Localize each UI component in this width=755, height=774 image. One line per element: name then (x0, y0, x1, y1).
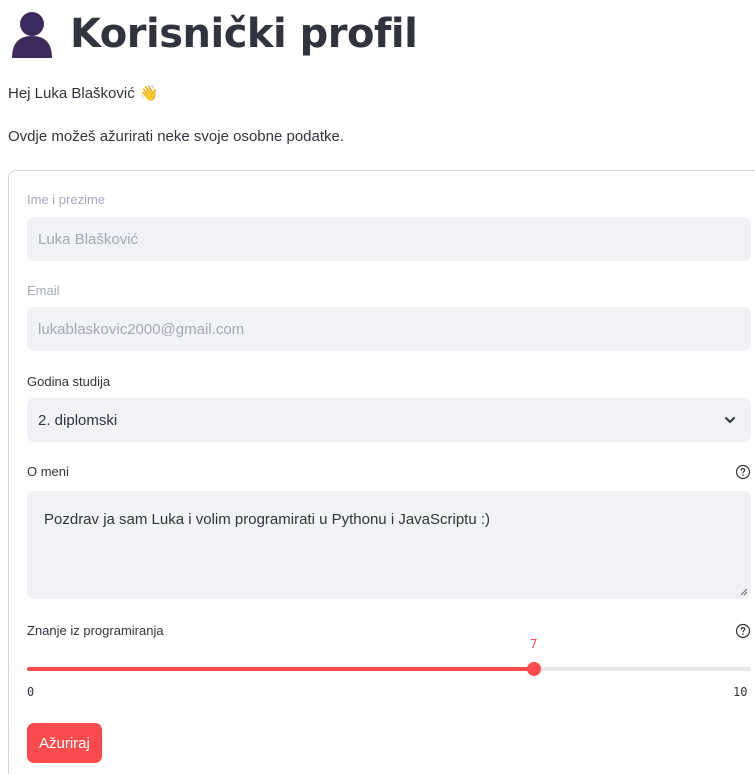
year-select[interactable]: 2. diplomski (27, 398, 751, 442)
slider-min-label: 0 (27, 685, 35, 699)
email-label: Email (27, 283, 60, 298)
resize-handle-icon[interactable] (738, 586, 748, 596)
greeting-text: Hej Luka Blašković (8, 84, 135, 102)
slider-fill (27, 667, 534, 671)
skill-label: Znanje iz programiranja (27, 623, 164, 638)
profile-page: Korisnički profil Hej Luka Blašković 👋 O… (0, 0, 755, 774)
name-input: Luka Blašković (27, 217, 751, 261)
name-input-value: Luka Blašković (38, 230, 139, 248)
slider-max-label: 10 (733, 685, 748, 699)
intro-text: Ovdje možeš ažurirati neke svoje osobne … (8, 128, 345, 145)
about-textarea-value: Pozdrav ja sam Luka i volim programirati… (44, 511, 491, 528)
waving-hand-icon: 👋 (139, 85, 159, 102)
name-label: Ime i prezime (27, 192, 106, 207)
skill-slider[interactable]: 7 (27, 637, 751, 676)
profile-form: Ime i prezime Luka Blašković Email lukab… (8, 170, 755, 774)
year-label: Godina studija (27, 374, 111, 389)
greeting: Hej Luka Blašković 👋 (8, 84, 159, 103)
chevron-down-icon (725, 417, 735, 423)
about-label: O meni (27, 464, 69, 479)
person-silhouette-icon (8, 8, 56, 60)
slider-thumb[interactable] (526, 662, 541, 676)
email-input: lukablaskovic2000@gmail.com (27, 307, 751, 351)
about-textarea[interactable]: Pozdrav ja sam Luka i volim programirati… (27, 491, 751, 599)
slider-value: 7 (530, 637, 538, 651)
page-title: Korisnički profil (70, 11, 418, 57)
email-input-value: lukablaskovic2000@gmail.com (38, 320, 245, 338)
year-select-value: 2. diplomski (38, 411, 118, 429)
page-header: Korisnički profil (8, 4, 418, 64)
update-button[interactable]: Ažuriraj (27, 723, 102, 763)
help-icon[interactable] (735, 623, 751, 639)
help-icon[interactable] (735, 464, 751, 480)
